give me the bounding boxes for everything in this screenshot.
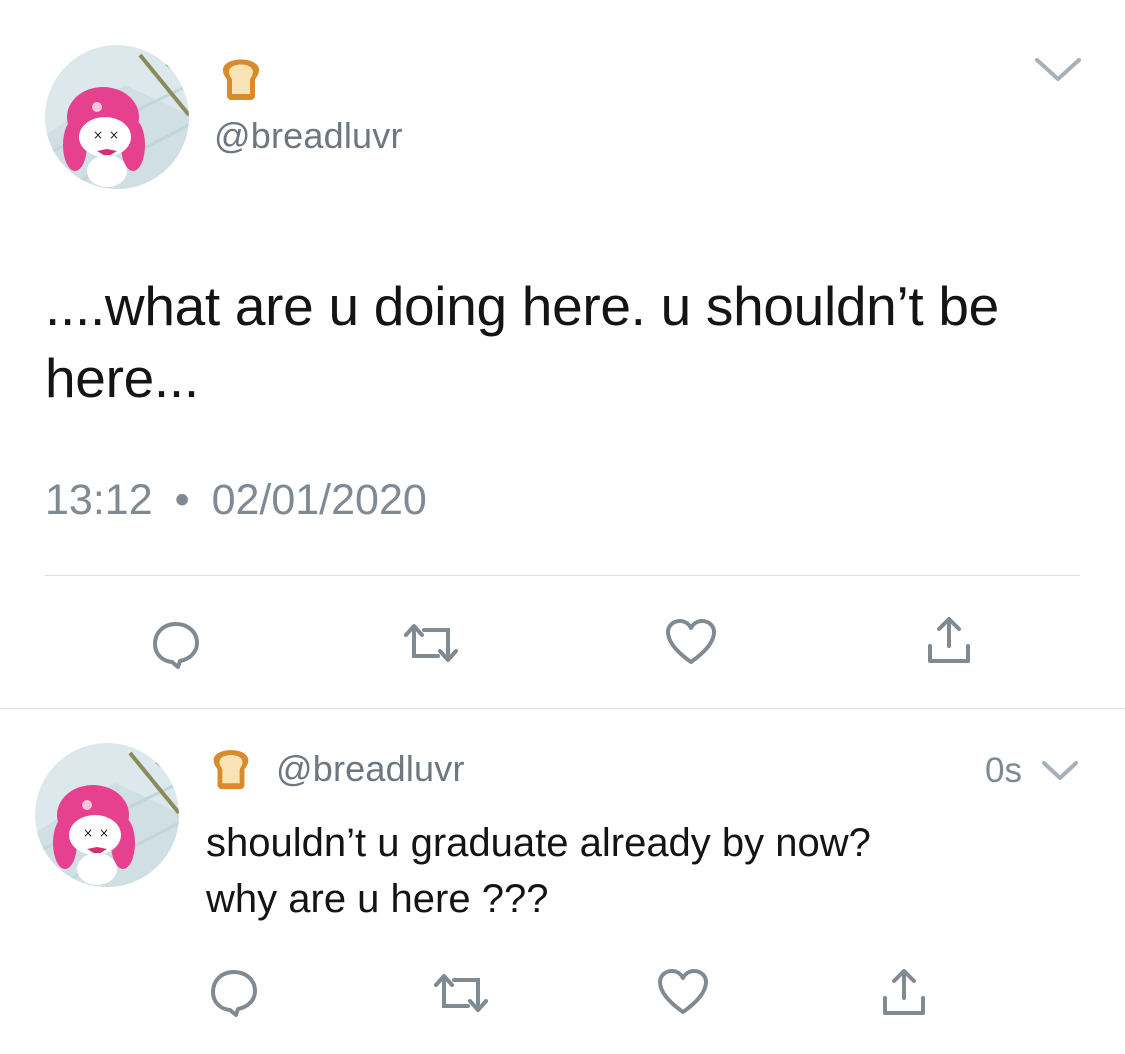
like-icon[interactable] — [656, 968, 710, 1016]
like-icon[interactable] — [664, 618, 718, 666]
svg-text:×: × — [109, 128, 119, 142]
tweet-timestamp: 0s — [985, 751, 1022, 790]
share-icon[interactable] — [880, 968, 928, 1018]
reply-text: shouldn’t u graduate already by now? why… — [206, 815, 1086, 927]
share-icon[interactable] — [925, 616, 973, 666]
chevron-down-icon[interactable] — [1033, 55, 1083, 85]
reply-icon[interactable] — [150, 618, 202, 670]
handle[interactable]: @breadluvr — [276, 748, 465, 790]
handle[interactable]: @breadluvr — [214, 115, 403, 157]
bread-emoji — [206, 741, 256, 791]
bread-emoji — [215, 50, 267, 102]
tweet-date: 02/01/2020 — [211, 476, 427, 524]
divider — [45, 575, 1080, 576]
chevron-down-icon[interactable] — [1040, 758, 1080, 784]
avatar[interactable]: × × — [35, 743, 179, 887]
tweet-meta: 13:12 • 02/01/2020 — [45, 476, 427, 525]
avatar[interactable]: × × — [45, 45, 189, 189]
tweet-time: 13:12 — [45, 476, 153, 524]
svg-text:×: × — [83, 826, 93, 840]
retweet-icon[interactable] — [400, 620, 462, 666]
meta-separator: • — [174, 476, 190, 524]
reply-line-2: why are u here ??? — [206, 877, 549, 921]
reply-icon[interactable] — [208, 966, 260, 1018]
reply-line-1: shouldn’t u graduate already by now? — [206, 821, 871, 865]
tweet-text: ....what are u doing here. u shouldn’t b… — [45, 275, 999, 409]
retweet-icon[interactable] — [430, 970, 492, 1016]
svg-text:×: × — [99, 826, 109, 840]
svg-text:×: × — [93, 128, 103, 142]
divider — [0, 708, 1125, 709]
